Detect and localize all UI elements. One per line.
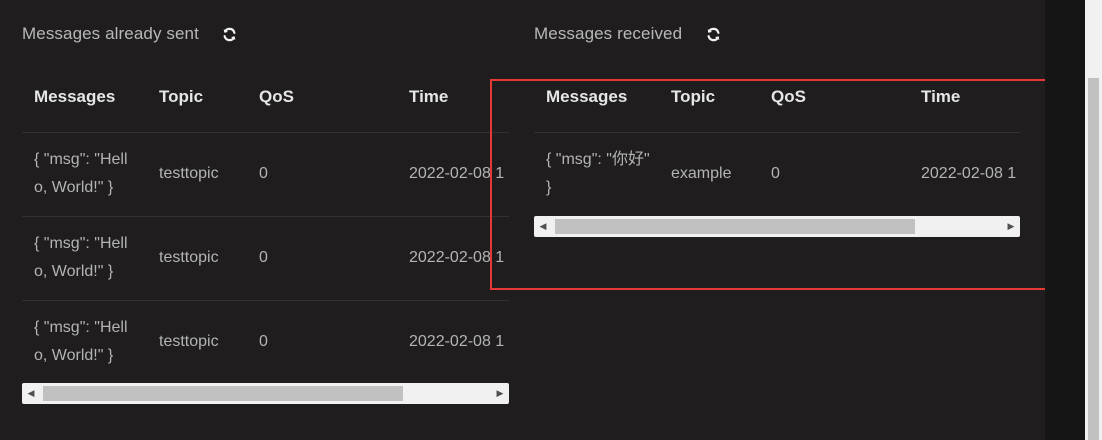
topic-cell: testtopic — [147, 132, 247, 217]
received-panel-header: Messages received — [534, 22, 722, 46]
message-cell: { "msg": "你好" } — [534, 132, 659, 214]
sent-table-header-row: Messages Topic QoS Time — [22, 62, 509, 133]
message-cell: { "msg": "Hello, World!" } — [22, 132, 147, 217]
table-row[interactable]: { "msg": "Hello, World!" } testtopic 0 2… — [22, 132, 509, 217]
sent-table-horizontal-scrollbar[interactable]: ◀ ▶ — [22, 383, 509, 404]
received-table-viewport[interactable]: Messages Topic QoS Time { "msg": "你好" } … — [534, 62, 1020, 214]
time-cell: 2022-02-08 1 — [397, 132, 509, 217]
table-row[interactable]: { "msg": "你好" } example 0 2022-02-08 1 — [534, 132, 1020, 214]
refresh-icon — [707, 27, 720, 41]
table-row[interactable]: { "msg": "Hello, World!" } testtopic 0 2… — [22, 300, 509, 382]
time-cell: 2022-02-08 1 — [397, 300, 509, 382]
sent-panel-header: Messages already sent — [22, 22, 239, 46]
qos-cell: 0 — [247, 300, 397, 382]
side-panel-strip — [1045, 0, 1085, 440]
scrollbar-thumb[interactable] — [555, 219, 915, 234]
received-messages-table: Messages Topic QoS Time { "msg": "你好" } … — [534, 62, 1020, 214]
qos-cell: 0 — [247, 216, 397, 301]
received-table-header-row: Messages Topic QoS Time — [534, 62, 1020, 133]
column-header-time[interactable]: Time — [397, 62, 509, 133]
column-header-qos[interactable]: QoS — [759, 62, 909, 133]
topic-cell: example — [659, 132, 759, 214]
scroll-right-arrow-icon[interactable]: ▶ — [491, 383, 509, 404]
page-vertical-scrollbar[interactable] — [1085, 0, 1102, 440]
sent-panel-title: Messages already sent — [22, 24, 199, 43]
column-header-topic[interactable]: Topic — [659, 62, 759, 133]
scrollbar-track[interactable] — [40, 383, 491, 404]
scroll-left-arrow-icon[interactable]: ◀ — [22, 383, 40, 404]
topic-cell: testtopic — [147, 216, 247, 301]
time-cell: 2022-02-08 1 — [909, 132, 1020, 214]
page-scrollbar-thumb[interactable] — [1088, 78, 1099, 440]
refresh-icon — [223, 27, 236, 41]
scroll-right-arrow-icon[interactable]: ▶ — [1002, 216, 1020, 237]
topic-cell: testtopic — [147, 300, 247, 382]
scrollbar-track[interactable] — [552, 216, 1002, 237]
received-table-horizontal-scrollbar[interactable]: ◀ ▶ — [534, 216, 1020, 237]
scroll-left-arrow-icon[interactable]: ◀ — [534, 216, 552, 237]
table-row[interactable]: { "msg": "Hello, World!" } testtopic 0 2… — [22, 216, 509, 301]
received-refresh-button[interactable] — [704, 25, 722, 43]
message-cell: { "msg": "Hello, World!" } — [22, 216, 147, 301]
column-header-time[interactable]: Time — [909, 62, 1020, 133]
sent-table-viewport[interactable]: Messages Topic QoS Time { "msg": "Hello,… — [22, 62, 509, 382]
scrollbar-thumb[interactable] — [43, 386, 403, 401]
time-cell: 2022-02-08 1 — [397, 216, 509, 301]
received-panel-title: Messages received — [534, 24, 683, 43]
column-header-qos[interactable]: QoS — [247, 62, 397, 133]
column-header-topic[interactable]: Topic — [147, 62, 247, 133]
qos-cell: 0 — [247, 132, 397, 217]
sent-refresh-button[interactable] — [221, 25, 239, 43]
column-header-messages[interactable]: Messages — [22, 62, 147, 133]
qos-cell: 0 — [759, 132, 909, 214]
column-header-messages[interactable]: Messages — [534, 62, 659, 133]
app-root: Messages already sent Messages Topic QoS… — [0, 0, 1102, 440]
sent-messages-table: Messages Topic QoS Time { "msg": "Hello,… — [22, 62, 509, 382]
message-cell: { "msg": "Hello, World!" } — [22, 300, 147, 382]
